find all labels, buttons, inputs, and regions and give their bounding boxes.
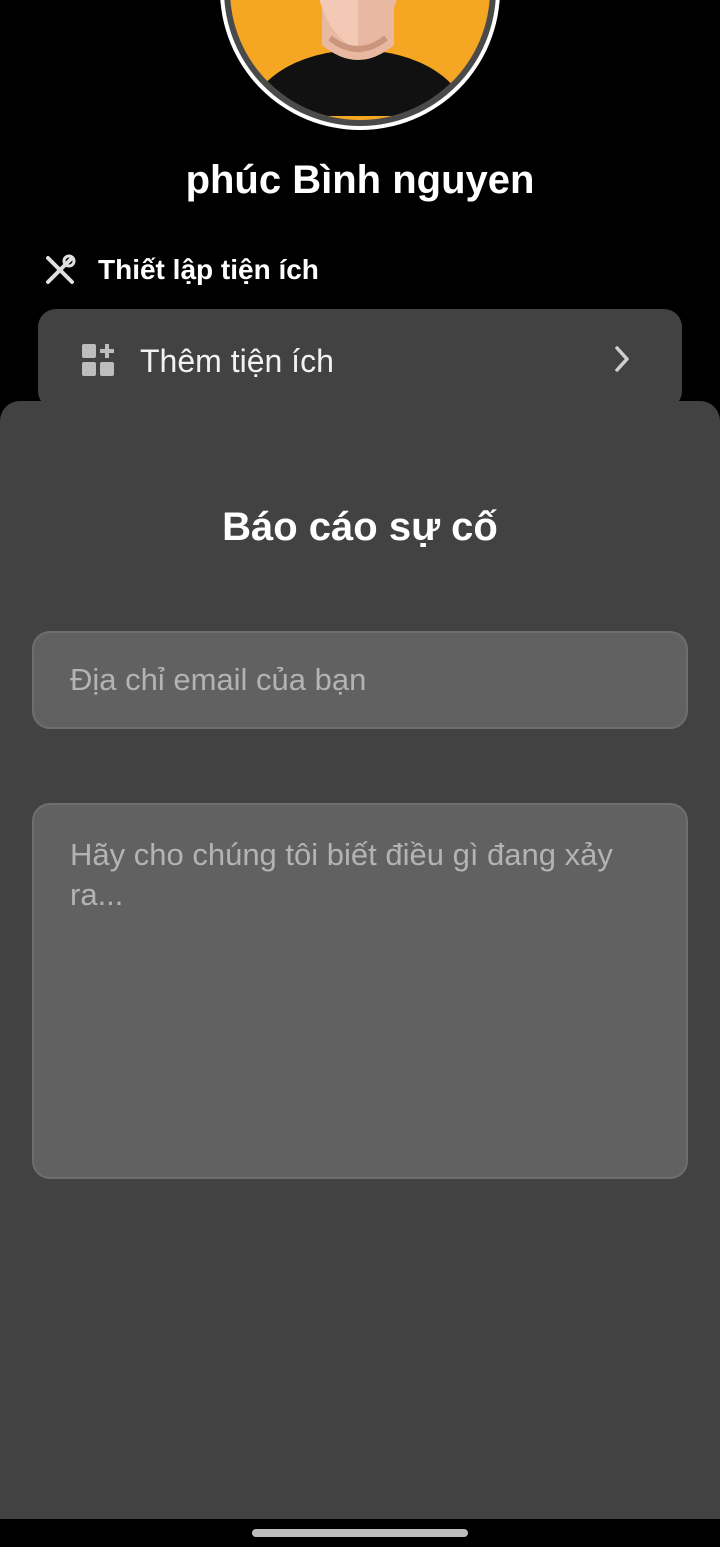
add-widget-button[interactable]: Thêm tiện ích [38, 309, 682, 409]
add-widget-label: Thêm tiện ích [140, 343, 334, 379]
chevron-right-icon [615, 346, 629, 372]
widget-settings-label: Thiết lập tiện ích [98, 254, 319, 285]
profile-name: phúc Bình nguyen [185, 158, 535, 202]
avatar-ring [224, 0, 496, 126]
message-field[interactable]: Hãy cho chúng tôi biết điều gì đang xảy … [32, 803, 688, 1179]
sheet-title: Báo cáo sự cố [222, 505, 498, 549]
avatar-image [230, 0, 490, 120]
widget-settings-header: Thiết lập tiện ích [44, 252, 319, 288]
report-issue-sheet: Báo cáo sự cố Địa chỉ email của bạn Hãy … [0, 401, 720, 1519]
message-placeholder: Hãy cho chúng tôi biết điều gì đang xảy … [70, 837, 613, 912]
system-nav-bar [0, 1519, 720, 1547]
widgets-add-icon [82, 344, 114, 376]
tools-icon [46, 254, 76, 284]
avatar[interactable] [220, 0, 500, 130]
home-handle[interactable] [252, 1529, 468, 1537]
email-placeholder: Địa chỉ email của bạn [70, 662, 367, 697]
avatar-person-icon [248, 0, 468, 116]
email-field[interactable]: Địa chỉ email của bạn [32, 631, 688, 729]
